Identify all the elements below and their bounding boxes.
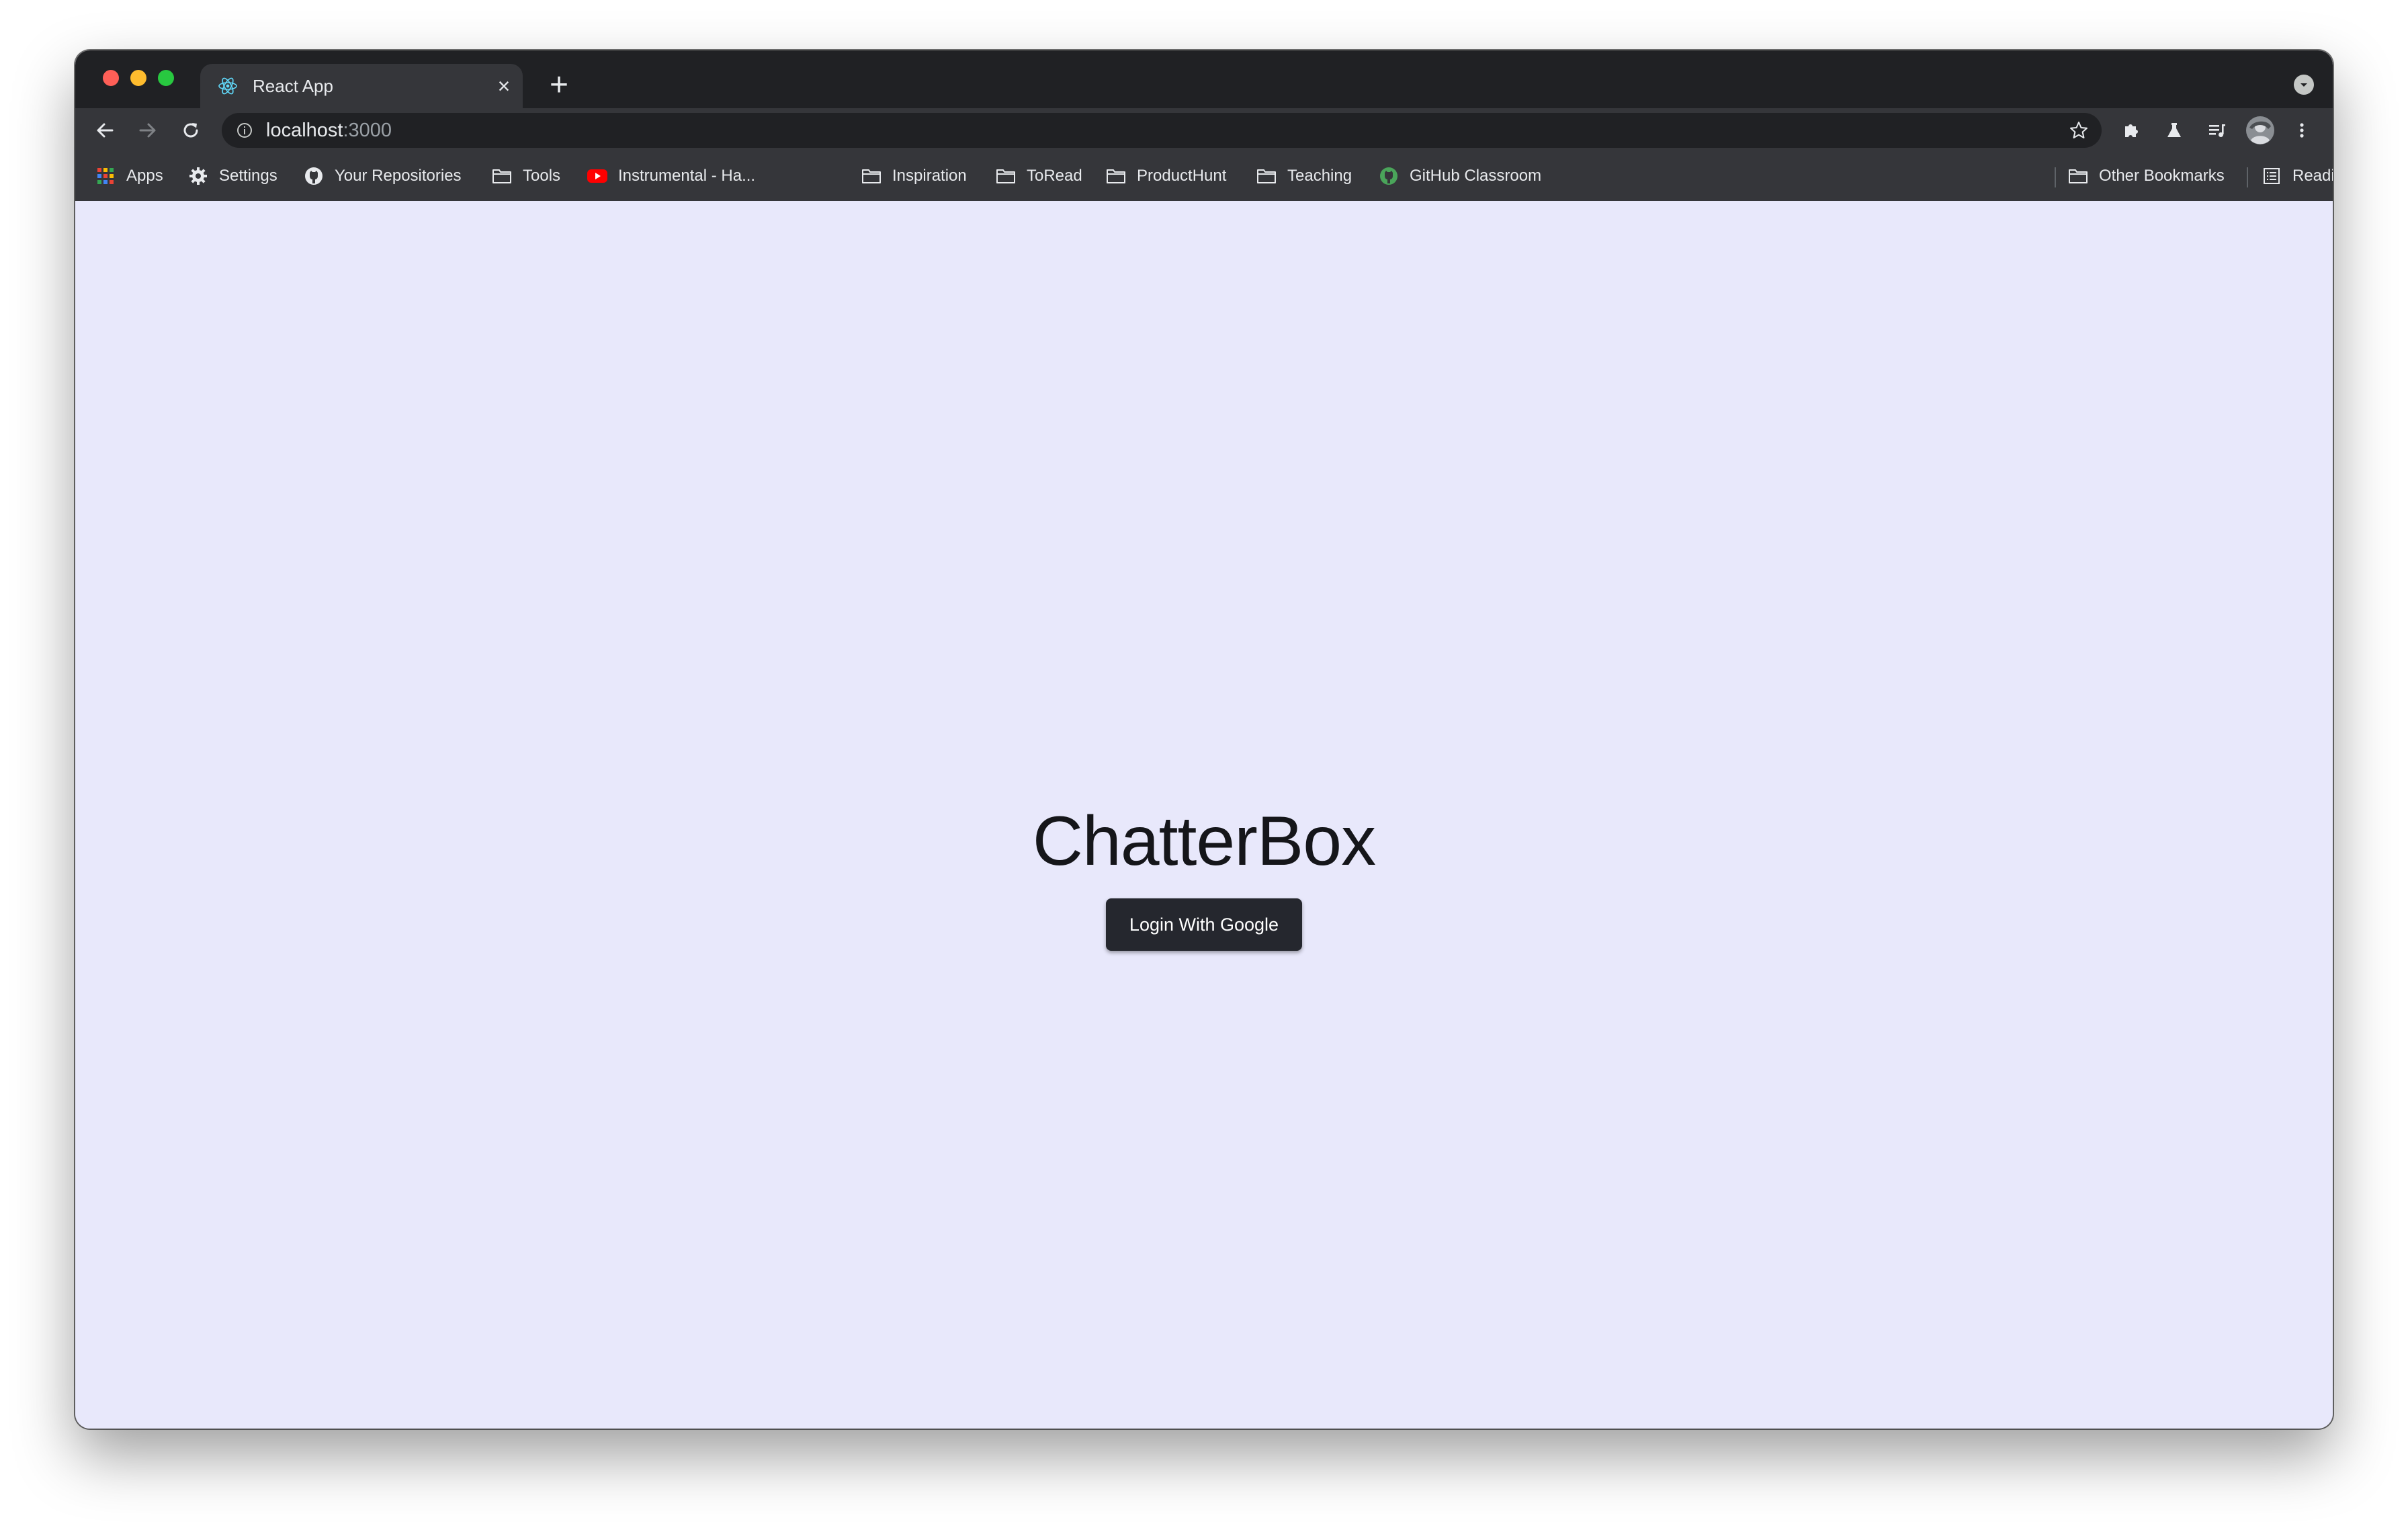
url-host: localhost xyxy=(266,120,343,141)
react-icon xyxy=(216,75,239,97)
labs-flask-icon[interactable] xyxy=(2158,114,2190,146)
media-queue-icon[interactable] xyxy=(2201,114,2233,146)
bookmark-label: GitHub Classroom xyxy=(1410,167,1542,185)
bookmarks-separator xyxy=(2055,167,2056,187)
profile-avatar[interactable] xyxy=(2244,114,2276,146)
bookmark-label: Apps xyxy=(126,167,163,185)
tab-strip: React App × + xyxy=(75,50,2333,108)
bookmark-folder-toread[interactable]: ToRead xyxy=(996,153,1082,200)
bookmark-github-classroom[interactable]: GitHub Classroom xyxy=(1379,153,1541,200)
minimize-window-button[interactable] xyxy=(130,70,146,86)
page-content: ChatterBox Login With Google xyxy=(75,201,2333,1429)
bookmark-apps[interactable]: Apps xyxy=(95,153,163,200)
site-info-icon[interactable] xyxy=(234,120,255,141)
folder-icon xyxy=(861,166,882,186)
github-icon xyxy=(304,166,324,186)
bookmark-label: ToRead xyxy=(1027,167,1082,185)
bookmark-other-bookmarks[interactable]: Other Bookmarks xyxy=(2068,153,2225,200)
bookmark-your-repositories[interactable]: Your Repositories xyxy=(304,153,462,200)
zoom-window-button[interactable] xyxy=(158,70,174,86)
bookmarks-separator xyxy=(2247,167,2248,187)
active-tab[interactable]: React App × xyxy=(200,64,523,108)
app-title: ChatterBox xyxy=(1032,802,1376,880)
bookmark-label: Reading List xyxy=(2292,167,2333,185)
bookmark-star-icon[interactable] xyxy=(2068,120,2090,141)
reload-icon[interactable] xyxy=(175,114,207,146)
browser-toolbar: localhost:3000 xyxy=(75,108,2333,153)
browser-window: React App × + localhost:3000 Apps Settin… xyxy=(75,50,2333,1429)
bookmark-instrumental[interactable]: Instrumental - Ha... xyxy=(587,153,755,200)
close-window-button[interactable] xyxy=(103,70,119,86)
folder-icon xyxy=(2068,166,2088,186)
tab-title: React App xyxy=(253,75,333,96)
bookmark-label: Teaching xyxy=(1287,167,1352,185)
bookmark-label: Other Bookmarks xyxy=(2099,167,2225,185)
bookmark-label: ProductHunt xyxy=(1137,167,1227,185)
bookmark-label: Settings xyxy=(219,167,277,185)
bookmark-label: Inspiration xyxy=(892,167,967,185)
reading-list-icon xyxy=(2262,166,2282,186)
youtube-icon xyxy=(587,166,607,186)
bookmark-folder-inspiration[interactable]: Inspiration xyxy=(861,153,967,200)
bookmark-label: Instrumental - Ha... xyxy=(618,167,756,185)
folder-icon xyxy=(492,166,512,186)
back-arrow-icon[interactable] xyxy=(89,114,121,146)
bookmark-settings[interactable]: Settings xyxy=(188,153,277,200)
bookmark-label: Your Repositories xyxy=(335,167,462,185)
tab-search-icon[interactable] xyxy=(2294,75,2314,95)
bookmark-folder-tools[interactable]: Tools xyxy=(492,153,560,200)
folder-icon xyxy=(1106,166,1126,186)
reading-list-button[interactable]: Reading List xyxy=(2262,153,2333,200)
apps-grid-icon xyxy=(95,166,116,186)
bookmark-folder-teaching[interactable]: Teaching xyxy=(1256,153,1352,200)
folder-icon xyxy=(996,166,1016,186)
bookmark-folder-producthunt[interactable]: ProductHunt xyxy=(1106,153,1226,200)
url-port: :3000 xyxy=(343,120,392,141)
gear-icon xyxy=(188,166,208,186)
login-with-google-button[interactable]: Login With Google xyxy=(1106,898,1302,951)
new-tab-button[interactable]: + xyxy=(540,67,578,104)
menu-kebab-icon[interactable] xyxy=(2286,114,2318,146)
bookmark-label: Tools xyxy=(523,167,561,185)
forward-arrow-icon[interactable] xyxy=(132,114,164,146)
tab-close-icon[interactable]: × xyxy=(485,64,523,108)
url-text: localhost:3000 xyxy=(266,113,392,148)
folder-icon xyxy=(1256,166,1277,186)
address-bar[interactable]: localhost:3000 xyxy=(222,113,2102,148)
bookmarks-bar: Apps Settings Your Repositories Tools In xyxy=(75,153,2333,202)
extensions-puzzle-icon[interactable] xyxy=(2115,114,2147,146)
github-classroom-icon xyxy=(1379,166,1399,186)
